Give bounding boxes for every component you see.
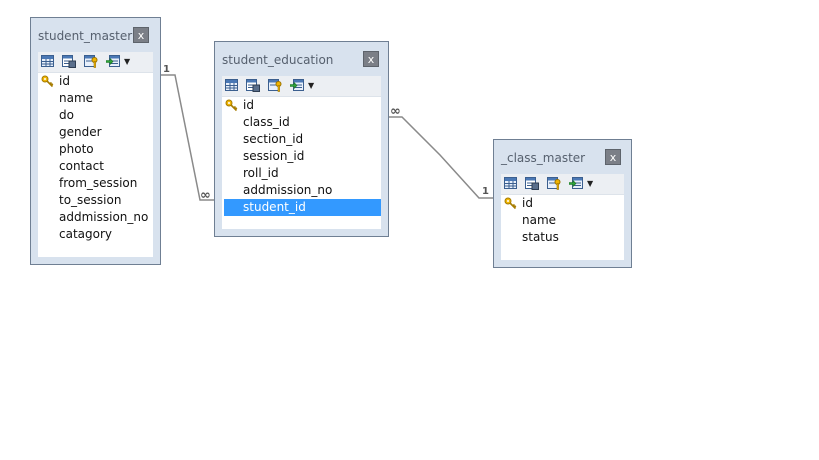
add-field-icon[interactable] — [290, 79, 304, 92]
add-field-icon[interactable] — [106, 55, 120, 68]
dropdown-arrow-icon[interactable]: ▼ — [308, 79, 318, 92]
field-class-id[interactable]: class_id — [222, 114, 381, 131]
table-grid-icon[interactable] — [41, 55, 55, 68]
field-label: roll_id — [243, 166, 279, 180]
field-label: addmission_no — [59, 210, 149, 224]
table-toolbar: ▼ — [38, 52, 153, 73]
table-class-master[interactable]: _class_master x ▼ id name status — [493, 139, 632, 268]
table-body: ▼ id class_id section_id session_id roll_ida… — [222, 76, 381, 229]
field-label: do — [59, 108, 74, 122]
table-body: ▼ id name status — [501, 174, 624, 260]
field-label: gender — [59, 125, 102, 139]
field-photo[interactable]: photo — [38, 141, 153, 158]
field-label: id — [522, 196, 533, 210]
table-toolbar: ▼ — [222, 76, 381, 97]
field-list: id name do gender photo contact from_sessionto… — [38, 73, 153, 243]
cardinality-one-label: 1 — [482, 186, 489, 197]
table-toolbar: ▼ — [501, 174, 624, 195]
table-header[interactable]: _class_master x — [494, 140, 631, 174]
table-properties-icon[interactable] — [62, 55, 76, 68]
field-label: section_id — [243, 132, 304, 146]
table-student-master[interactable]: student_master x ▼ id name do gender photo co… — [30, 17, 161, 265]
table-key-icon[interactable] — [84, 55, 98, 68]
table-title: student_education — [222, 53, 334, 67]
field-catagory[interactable]: catagory — [38, 226, 153, 243]
field-name[interactable]: name — [38, 90, 153, 107]
field-id[interactable]: id — [501, 195, 624, 212]
table-grid-icon[interactable] — [504, 177, 518, 190]
field-label: photo — [59, 142, 94, 156]
field-addmission-no[interactable]: addmission_no — [38, 209, 153, 226]
table-title: student_master — [38, 29, 133, 43]
field-label: id — [59, 74, 70, 88]
field-label: class_id — [243, 115, 290, 129]
field-session-id[interactable]: session_id — [222, 148, 381, 165]
relationship-line-student-master-education — [161, 74, 214, 201]
table-key-icon[interactable] — [268, 79, 282, 92]
field-id[interactable]: id — [38, 73, 153, 90]
cardinality-one-label: 1 — [163, 64, 170, 75]
field-label: name — [522, 213, 557, 227]
field-label: student_id — [243, 200, 306, 214]
add-field-icon[interactable] — [569, 177, 583, 190]
field-addmission-no[interactable]: addmission_no — [222, 182, 381, 199]
field-label: from_session — [59, 176, 138, 190]
field-contact[interactable]: contact — [38, 158, 153, 175]
field-name[interactable]: name — [501, 212, 624, 229]
close-button[interactable]: x — [605, 149, 621, 165]
table-grid-icon[interactable] — [225, 79, 239, 92]
table-body: ▼ id name do gender photo contact from_session… — [38, 52, 153, 257]
field-student-id[interactable]: student_id — [224, 199, 381, 216]
table-key-icon[interactable] — [547, 177, 561, 190]
cardinality-many-label: ∞ — [200, 188, 211, 203]
field-label: catagory — [59, 227, 113, 241]
table-header[interactable]: student_education x — [215, 42, 388, 76]
field-from-session[interactable]: from_session — [38, 175, 153, 192]
field-list: id class_id section_id session_id roll_idadd… — [222, 97, 381, 216]
cardinality-many-label: ∞ — [390, 104, 401, 119]
field-id[interactable]: id — [222, 97, 381, 114]
relationship-line-class-master-education — [388, 116, 493, 199]
field-roll-id[interactable]: roll_id — [222, 165, 381, 182]
field-label: status — [522, 230, 559, 244]
field-list: id name status — [501, 195, 624, 246]
table-header[interactable]: student_master x — [31, 18, 160, 52]
table-properties-icon[interactable] — [246, 79, 260, 92]
field-gender[interactable]: gender — [38, 124, 153, 141]
field-to-session[interactable]: to_session — [38, 192, 153, 209]
table-title: _class_master — [501, 151, 586, 165]
table-student-education[interactable]: student_education x ▼ id class_id section_… — [214, 41, 389, 237]
dropdown-arrow-icon[interactable]: ▼ — [124, 55, 134, 68]
field-section-id[interactable]: section_id — [222, 131, 381, 148]
field-label: id — [243, 98, 254, 112]
field-label: contact — [59, 159, 104, 173]
field-status[interactable]: status — [501, 229, 624, 246]
field-label: addmission_no — [243, 183, 333, 197]
field-do[interactable]: do — [38, 107, 153, 124]
table-properties-icon[interactable] — [525, 177, 539, 190]
close-button[interactable]: x — [363, 51, 379, 67]
field-label: session_id — [243, 149, 305, 163]
close-button[interactable]: x — [133, 27, 149, 43]
field-label: name — [59, 91, 94, 105]
dropdown-arrow-icon[interactable]: ▼ — [587, 177, 597, 190]
field-label: to_session — [59, 193, 122, 207]
